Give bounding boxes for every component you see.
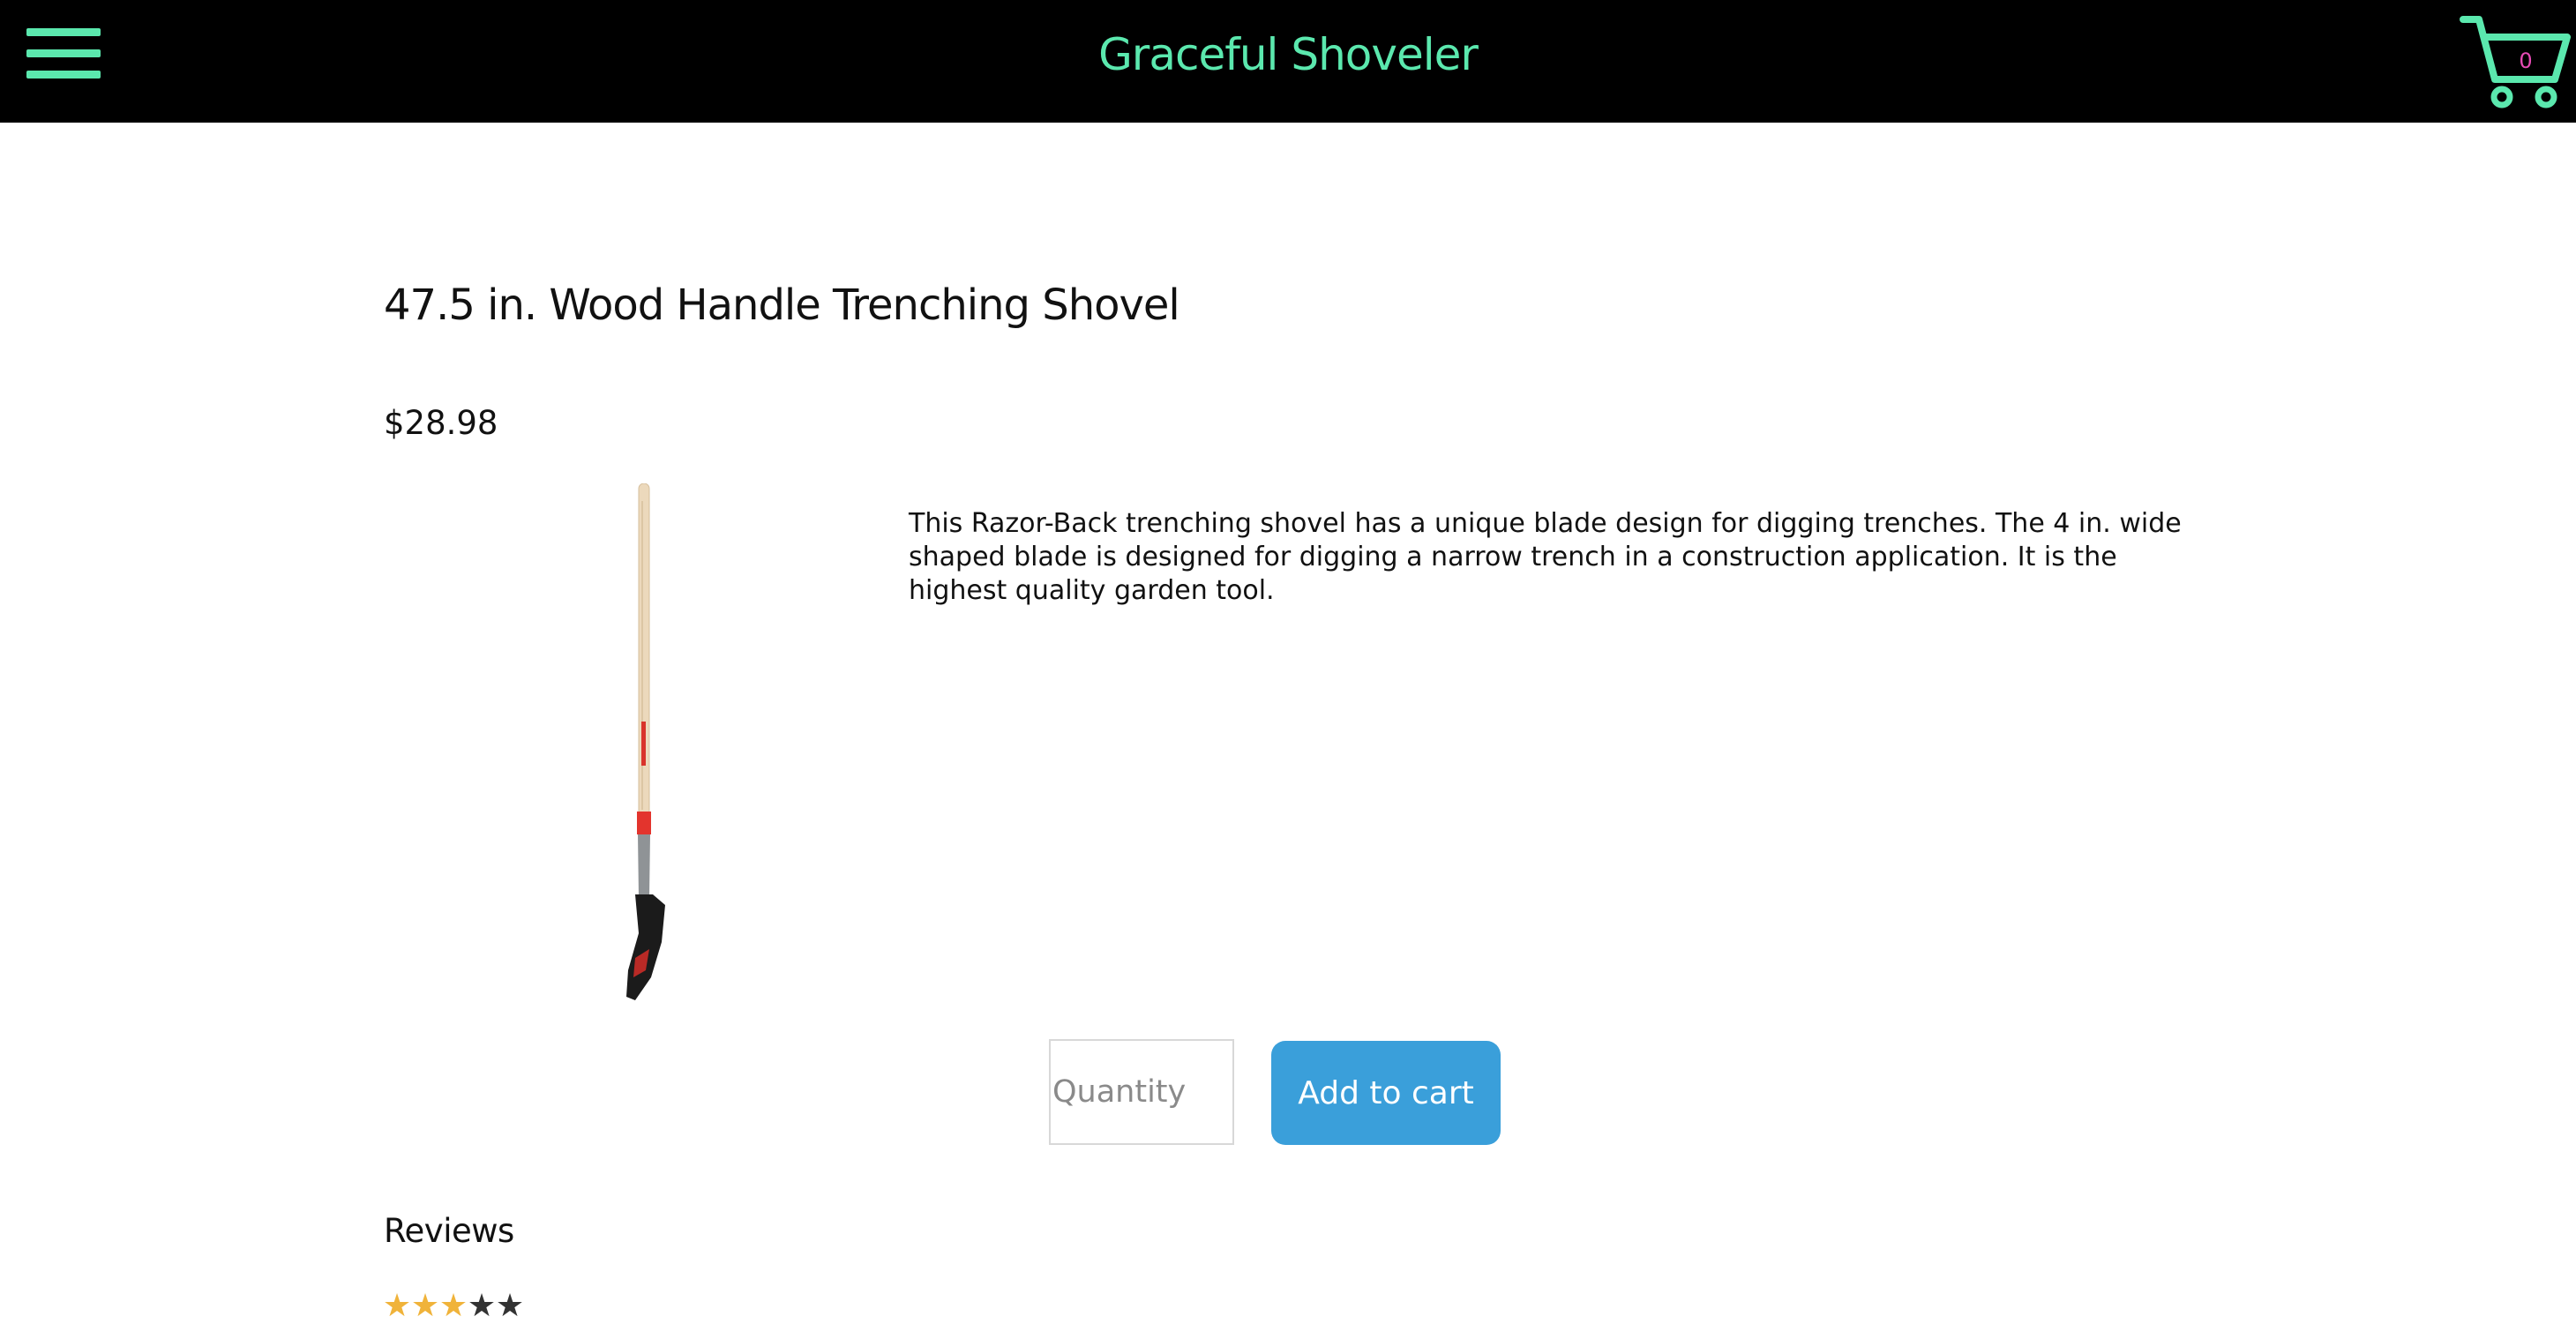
star-icon: ★ [495, 1288, 524, 1324]
product-title: 47.5 in. Wood Handle Trenching Shovel [384, 281, 1180, 330]
star-icon: ★ [467, 1288, 496, 1324]
cart-wheel-left [2490, 86, 2513, 108]
cart-wheel-right [2535, 86, 2557, 108]
trenching-shovel-image [626, 483, 665, 1000]
product-description: This Razor-Back trenching shovel has a u… [909, 508, 2182, 606]
cart-count-badge: 0 [2519, 49, 2533, 73]
shovel-collar [637, 812, 651, 834]
star-icon: ★ [438, 1288, 468, 1324]
star-rating: ★★★★★ [382, 1288, 524, 1325]
site-header: Graceful Shoveler 0 [0, 0, 2576, 123]
quantity-input[interactable] [1049, 1039, 1234, 1145]
star-icon: ★ [382, 1288, 411, 1324]
brand-title[interactable]: Graceful Shoveler [0, 0, 2576, 109]
product-price: $28.98 [384, 404, 498, 442]
add-to-cart-button[interactable]: Add to cart [1271, 1041, 1501, 1145]
cart-button[interactable]: 0 [2460, 12, 2572, 111]
shovel-blade [626, 894, 665, 1000]
reviews-heading: Reviews [384, 1212, 514, 1250]
star-icon: ★ [410, 1288, 439, 1324]
shovel-handle [638, 483, 650, 819]
